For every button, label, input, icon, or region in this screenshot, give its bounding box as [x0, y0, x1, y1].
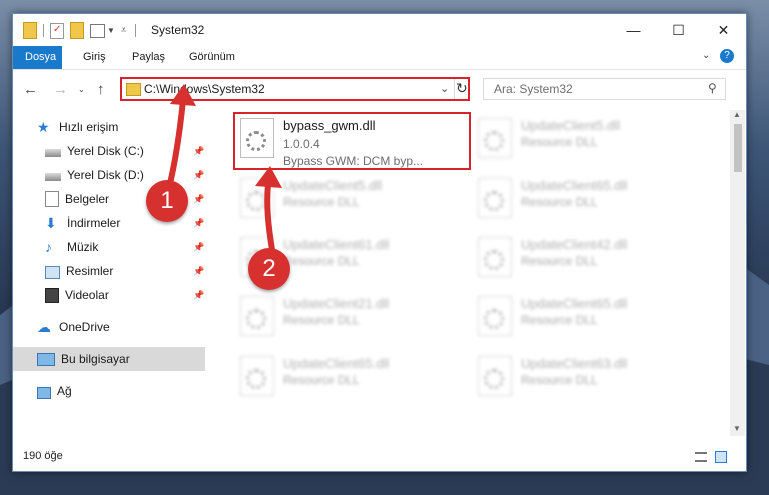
- annotation-arrows: [165, 84, 282, 253]
- step-badge-1: 1: [146, 180, 188, 222]
- arrow-2-head: [255, 166, 282, 188]
- arrow-1: [165, 97, 186, 195]
- arrow-2: [264, 181, 275, 253]
- step-badge-2: 2: [248, 248, 290, 290]
- arrow-1-head: [170, 84, 196, 106]
